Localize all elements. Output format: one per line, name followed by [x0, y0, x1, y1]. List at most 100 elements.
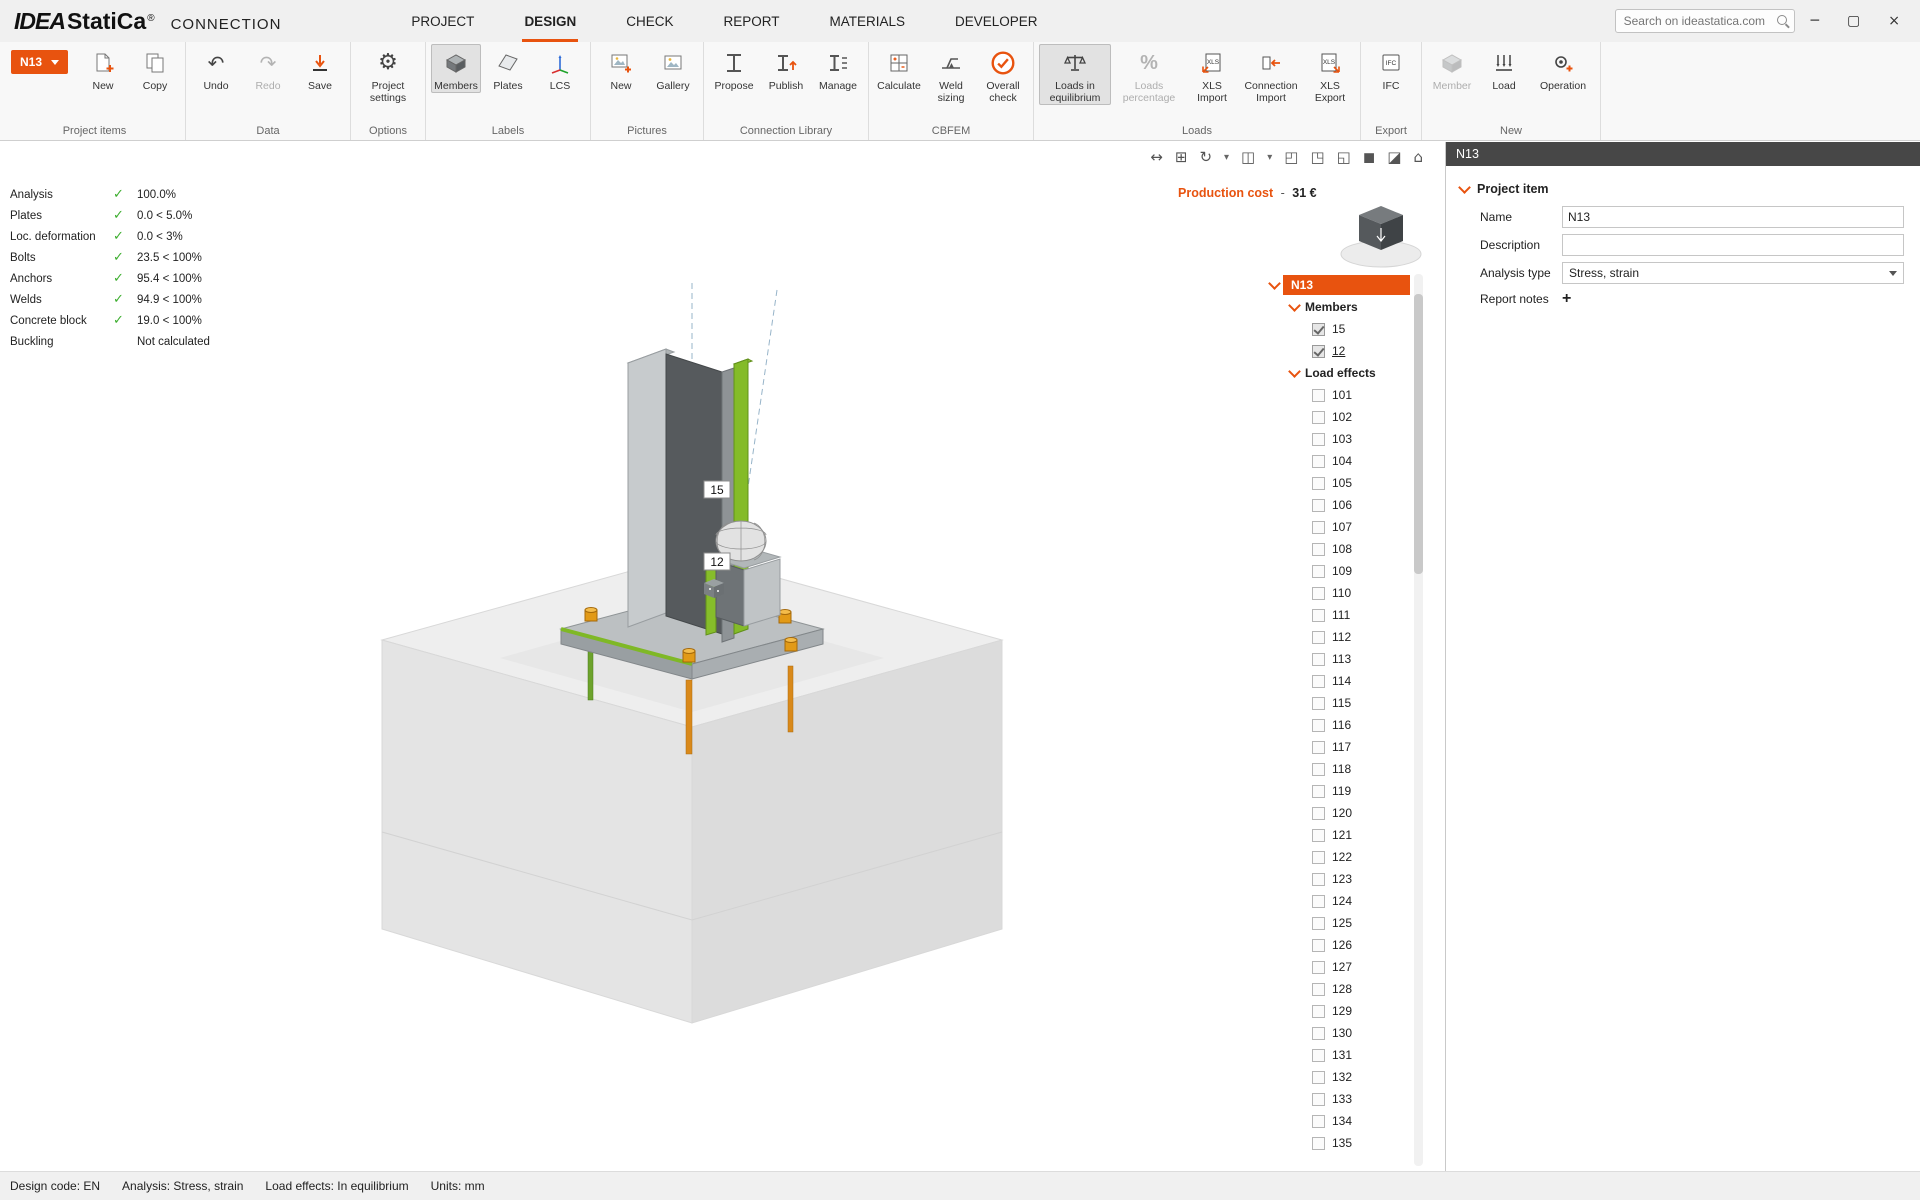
member-checkbox[interactable]: [1312, 323, 1325, 336]
load-effect-checkbox[interactable]: [1312, 939, 1325, 952]
load-effect-checkbox[interactable]: [1312, 389, 1325, 402]
maximize-button[interactable]: ▢: [1847, 13, 1860, 29]
load-effect-checkbox[interactable]: [1312, 1115, 1325, 1128]
tree-load-effect-item[interactable]: 110: [1270, 582, 1410, 604]
add-report-note-button[interactable]: +: [1562, 290, 1580, 308]
home-icon[interactable]: ⌂: [1413, 150, 1423, 165]
load-effect-checkbox[interactable]: [1312, 1027, 1325, 1040]
view-solid-icon[interactable]: ◼: [1363, 150, 1375, 165]
tree-load-effect-item[interactable]: 125: [1270, 912, 1410, 934]
tree-load-effect-item[interactable]: 123: [1270, 868, 1410, 890]
scrollbar-thumb[interactable]: [1414, 294, 1423, 574]
tree-load-effect-item[interactable]: 106: [1270, 494, 1410, 516]
ribbon-button-gallery[interactable]: Gallery: [648, 44, 698, 93]
load-effect-checkbox[interactable]: [1312, 565, 1325, 578]
tree-member-item[interactable]: 12: [1270, 340, 1410, 362]
load-effect-checkbox[interactable]: [1312, 1049, 1325, 1062]
tree-root-item[interactable]: N13: [1283, 275, 1410, 295]
tree-load-effect-item[interactable]: 104: [1270, 450, 1410, 472]
tree-load-effect-item[interactable]: 111: [1270, 604, 1410, 626]
measure-icon[interactable]: ↔: [1150, 150, 1163, 165]
load-effect-checkbox[interactable]: [1312, 829, 1325, 842]
search-icon[interactable]: [1777, 15, 1787, 25]
tree-load-effect-item[interactable]: 134: [1270, 1110, 1410, 1132]
minimize-button[interactable]: ─: [1811, 13, 1819, 29]
load-effect-checkbox[interactable]: [1312, 433, 1325, 446]
tree-load-effect-item[interactable]: 105: [1270, 472, 1410, 494]
load-effect-checkbox[interactable]: [1312, 455, 1325, 468]
tree-load-effect-item[interactable]: 113: [1270, 648, 1410, 670]
load-effect-checkbox[interactable]: [1312, 675, 1325, 688]
ribbon-button-undo[interactable]: ↶ Undo: [191, 44, 241, 93]
tree-load-effect-item[interactable]: 127: [1270, 956, 1410, 978]
tree-load-effect-item[interactable]: 101: [1270, 384, 1410, 406]
menu-tab[interactable]: DEVELOPER: [953, 0, 1040, 42]
navigation-cube[interactable]: [1338, 198, 1424, 270]
tree-load-effect-item[interactable]: 116: [1270, 714, 1410, 736]
ribbon-button-project-settings[interactable]: ⚙ Project settings: [356, 44, 420, 105]
rotate-view-icon[interactable]: ↻: [1199, 150, 1212, 165]
load-effect-checkbox[interactable]: [1312, 411, 1325, 424]
ribbon-button-loads-in-equilibrium[interactable]: Loads in equilibrium: [1039, 44, 1111, 105]
load-effect-checkbox[interactable]: [1312, 653, 1325, 666]
load-effect-checkbox[interactable]: [1312, 477, 1325, 490]
load-effect-checkbox[interactable]: [1312, 543, 1325, 556]
load-effect-checkbox[interactable]: [1312, 697, 1325, 710]
tree-load-effect-item[interactable]: 114: [1270, 670, 1410, 692]
tree-load-effect-item[interactable]: 102: [1270, 406, 1410, 428]
view-axonometry-icon[interactable]: ◰: [1284, 150, 1298, 165]
menu-tab[interactable]: MATERIALS: [827, 0, 907, 42]
load-effect-checkbox[interactable]: [1312, 741, 1325, 754]
tree-load-effect-item[interactable]: 130: [1270, 1022, 1410, 1044]
load-effect-checkbox[interactable]: [1312, 1005, 1325, 1018]
member-checkbox[interactable]: [1312, 345, 1325, 358]
member-label-15[interactable]: 15: [704, 481, 730, 498]
tree-load-effect-item[interactable]: 117: [1270, 736, 1410, 758]
tree-load-effect-item[interactable]: 135: [1270, 1132, 1410, 1154]
view-front-icon[interactable]: ◳: [1310, 150, 1324, 165]
load-effect-checkbox[interactable]: [1312, 587, 1325, 600]
ribbon-button-plates-labels[interactable]: Plates: [483, 44, 533, 93]
description-input[interactable]: [1562, 234, 1904, 256]
load-effect-checkbox[interactable]: [1312, 1093, 1325, 1106]
collapse-root-chevron[interactable]: [1268, 277, 1281, 290]
clip-view-icon[interactable]: ◫: [1241, 150, 1255, 165]
tree-load-effect-item[interactable]: 122: [1270, 846, 1410, 868]
load-effect-checkbox[interactable]: [1312, 1137, 1325, 1150]
collapse-section-chevron[interactable]: [1458, 181, 1471, 194]
tree-load-effect-item[interactable]: 126: [1270, 934, 1410, 956]
ribbon-button-xls-import[interactable]: XLS XLS Import: [1187, 44, 1237, 105]
load-effect-checkbox[interactable]: [1312, 719, 1325, 732]
ribbon-button-manage[interactable]: Manage: [813, 44, 863, 93]
ribbon-button-overall-check[interactable]: Overall check: [978, 44, 1028, 105]
view-top-icon[interactable]: ◱: [1337, 150, 1351, 165]
tree-load-effect-item[interactable]: 131: [1270, 1044, 1410, 1066]
load-effect-checkbox[interactable]: [1312, 763, 1325, 776]
collapse-load-effects-chevron[interactable]: [1288, 365, 1301, 378]
collapse-members-chevron[interactable]: [1288, 299, 1301, 312]
menu-tab[interactable]: DESIGN: [522, 0, 578, 42]
ribbon-button-calculate[interactable]: Calculate: [874, 44, 924, 93]
menu-tab[interactable]: CHECK: [624, 0, 675, 42]
tree-load-effect-item[interactable]: 118: [1270, 758, 1410, 780]
3d-model-view[interactable]: 15 12: [0, 142, 1445, 1172]
ribbon-button-members-labels[interactable]: Members: [431, 44, 481, 93]
rotate-dropdown-chevron[interactable]: ▾: [1224, 153, 1229, 163]
tree-load-effect-item[interactable]: 119: [1270, 780, 1410, 802]
tree-load-effect-item[interactable]: 103: [1270, 428, 1410, 450]
project-item-selector[interactable]: N13: [11, 50, 68, 74]
ribbon-button-new-operation[interactable]: Operation: [1531, 44, 1595, 93]
ribbon-button-weld-sizing[interactable]: Weld sizing: [926, 44, 976, 105]
load-effect-checkbox[interactable]: [1312, 1071, 1325, 1084]
member-label-12[interactable]: 12: [704, 553, 730, 570]
load-effect-checkbox[interactable]: [1312, 895, 1325, 908]
tree-load-effect-item[interactable]: 120: [1270, 802, 1410, 824]
tree-load-effect-item[interactable]: 108: [1270, 538, 1410, 560]
tree-section-load-effects[interactable]: Load effects: [1270, 362, 1410, 384]
section-project-item[interactable]: Project item: [1460, 182, 1920, 196]
ribbon-button-propose[interactable]: Propose: [709, 44, 759, 93]
tree-member-item[interactable]: 15: [1270, 318, 1410, 340]
ribbon-button-new-load[interactable]: Load: [1479, 44, 1529, 93]
ribbon-button-connection-import[interactable]: Connection Import: [1239, 44, 1303, 105]
name-input[interactable]: [1562, 206, 1904, 228]
